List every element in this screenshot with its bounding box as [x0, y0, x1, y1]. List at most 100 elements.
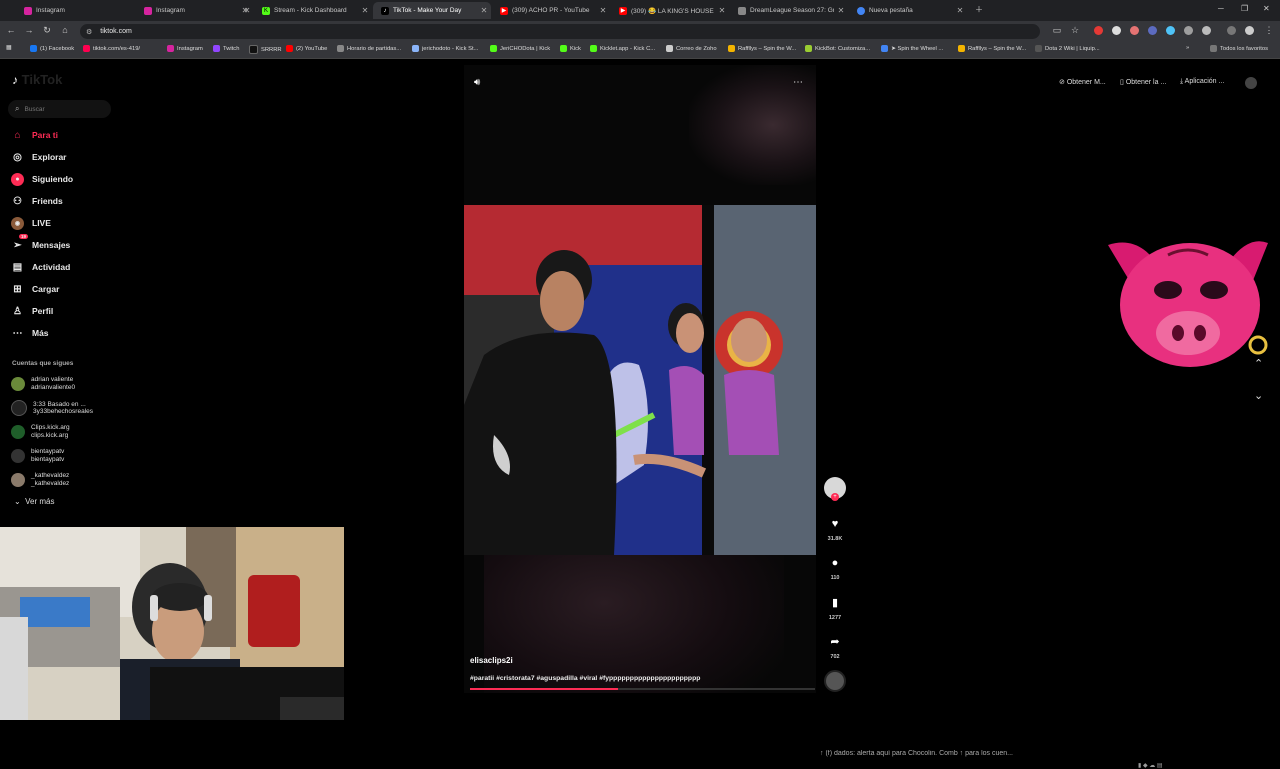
next-video-button[interactable]: ⌄: [1254, 389, 1263, 402]
sidebar-item-siguiendo[interactable]: ● Siguiendo: [11, 171, 73, 187]
see-more-button[interactable]: ⌄ Ver más: [14, 497, 55, 506]
bookmark-item[interactable]: (2) YouTube: [286, 45, 327, 52]
browser-tab[interactable]: DreamLeague Season 27: Grou ✕: [730, 2, 848, 19]
avatar: [11, 448, 25, 463]
close-icon[interactable]: ✕: [240, 6, 254, 15]
close-icon[interactable]: ✕: [477, 6, 491, 15]
new-tab-button[interactable]: ＋: [975, 4, 983, 15]
extension-icon[interactable]: [1166, 26, 1175, 35]
sidebar-item-mas[interactable]: ⋯ Más: [11, 325, 49, 341]
reload-button[interactable]: ↻: [40, 25, 54, 36]
share-count: 702: [830, 654, 840, 660]
bookmark-item[interactable]: (1) Facebook: [30, 45, 74, 52]
profile-avatar[interactable]: [1245, 77, 1257, 89]
forward-button[interactable]: →: [22, 25, 36, 35]
video-progress-bar[interactable]: [470, 688, 815, 690]
tiktok-icon: [83, 45, 90, 52]
bookmark-item[interactable]: jerichodoto - Kick St...: [412, 45, 478, 52]
follow-plus-icon[interactable]: +: [831, 493, 839, 501]
bookmark-item[interactable]: Dota 2 Wiki | Liquip...: [1035, 45, 1100, 52]
extension-icon[interactable]: [1112, 26, 1121, 35]
bookmark-item[interactable]: Instagram: [167, 45, 203, 52]
close-icon[interactable]: ✕: [358, 6, 372, 15]
close-icon[interactable]: ✕: [715, 6, 729, 15]
home-button[interactable]: ⌂: [58, 25, 72, 35]
like-button[interactable]: ♥ 31.8K: [824, 518, 846, 542]
search-input[interactable]: ⌕ Buscar: [8, 100, 111, 118]
sidebar-item-live[interactable]: ◉ LIVE: [11, 215, 51, 231]
apps-grid-icon[interactable]: ▦: [6, 45, 11, 51]
following-account[interactable]: 3:33 Basado en ... 3y33behechosreales: [11, 400, 93, 416]
following-account[interactable]: adrian valiente adrianvaliente0: [11, 376, 75, 391]
get-coins-button[interactable]: ⊘ Obtener M...: [1059, 78, 1106, 86]
site-info-icon[interactable]: ⚙: [86, 28, 92, 36]
bookmark-item[interactable]: Twitch: [213, 45, 239, 52]
bookmark-item[interactable]: Kick: [560, 45, 581, 52]
zoho-icon: [666, 45, 673, 52]
sidebar-item-explorar[interactable]: ◎ Explorar: [11, 149, 66, 165]
browser-tab[interactable]: ▶ (309) ACHO PR - YouTube ✕: [492, 2, 610, 19]
install-app-button[interactable]: ⤓ Aplicación ...: [1180, 78, 1224, 86]
browser-tab[interactable]: K Stream - Kick Dashboard ✕: [254, 2, 372, 19]
previous-video-button[interactable]: ⌃: [1254, 357, 1263, 370]
sidebar-item-cargar[interactable]: ⊞ Cargar: [11, 281, 59, 297]
extension-icon[interactable]: [1148, 26, 1157, 35]
bookmark-item[interactable]: Kicklet.app - Kick C...: [590, 45, 655, 52]
maximize-button[interactable]: ❐: [1241, 4, 1248, 13]
following-account[interactable]: bientaypatv bientaypatv: [11, 448, 64, 463]
sidebar-icon[interactable]: [1227, 26, 1236, 35]
video-hashtags[interactable]: #paratii #cristorata7 #aguspadilla #vira…: [470, 675, 700, 682]
bookmark-item[interactable]: Correo de Zoho: [666, 45, 717, 52]
bookmark-item[interactable]: JeriCHODota | Kick: [490, 45, 550, 52]
extensions-puzzle-icon[interactable]: [1202, 26, 1211, 35]
bookmark-item[interactable]: SRRRR: [249, 45, 282, 54]
save-button[interactable]: ▮ 1277: [824, 596, 846, 621]
browser-tab[interactable]: Nueva pestaña ✕: [849, 2, 967, 19]
following-account[interactable]: Clips.kick.arg clips.kick.arg: [11, 424, 70, 439]
sidebar-item-friends[interactable]: ⚇ Friends: [11, 193, 63, 209]
bookmark-icon: [337, 45, 344, 52]
profile-avatar[interactable]: [1245, 26, 1254, 35]
bookmark-item[interactable]: tiktok.com/es-419/: [83, 45, 140, 52]
browser-tab[interactable]: Instagram ✕: [136, 2, 254, 19]
sidebar-item-perfil[interactable]: ♙ Perfil: [11, 303, 53, 319]
raffllys-icon: [728, 45, 735, 52]
bookmark-item[interactable]: Horario de partidas...: [337, 45, 401, 52]
bookmark-item[interactable]: KickBot: Customiza...: [805, 45, 870, 52]
get-app-button[interactable]: ▯ Obtener la ...: [1120, 78, 1166, 86]
close-icon[interactable]: ✕: [953, 6, 967, 15]
more-options-icon[interactable]: ⋯: [793, 77, 803, 88]
browser-tab[interactable]: ▶ (309) 😂 LA KING'S HOUSE SE ✕: [611, 2, 729, 19]
bookmark-item[interactable]: ➤ Spin the Wheel ...: [881, 45, 943, 52]
bookmark-item[interactable]: Raffllys – Spin the W...: [728, 45, 796, 52]
menu-kebab-icon[interactable]: ⋮: [1262, 25, 1276, 36]
sidebar-item-actividad[interactable]: ▤ Actividad: [11, 259, 71, 275]
video-player[interactable]: [464, 65, 816, 693]
browser-tab-active[interactable]: ♪ TikTok - Make Your Day ✕: [373, 2, 491, 19]
comment-button[interactable]: ● 110: [824, 557, 846, 581]
extension-icon[interactable]: [1184, 26, 1193, 35]
sidebar-item-mensajes[interactable]: ➢ Mensajes 19: [11, 234, 70, 253]
back-button[interactable]: ←: [4, 25, 18, 35]
extension-icon[interactable]: [1130, 26, 1139, 35]
all-bookmarks[interactable]: Todos los favoritos: [1210, 45, 1268, 52]
bookmark-item[interactable]: Raffllys – Spin the W...: [958, 45, 1026, 52]
close-icon[interactable]: ✕: [596, 6, 610, 15]
address-bar[interactable]: ⚙ tiktok.com: [80, 24, 1040, 39]
close-window-button[interactable]: ✕: [1263, 4, 1270, 13]
following-account[interactable]: _kathevaldez _kathevaldez: [11, 472, 69, 487]
extension-icon[interactable]: [1094, 26, 1103, 35]
video-author[interactable]: elisaclips2i: [470, 656, 513, 665]
close-icon[interactable]: ✕: [834, 6, 848, 15]
following-icon: ●: [11, 172, 24, 186]
volume-icon[interactable]: 🔊︎: [474, 77, 480, 88]
bookmark-star-icon[interactable]: ☆: [1068, 25, 1082, 36]
music-disc-button[interactable]: [824, 670, 846, 692]
bookmarks-overflow-icon[interactable]: »: [1186, 45, 1189, 51]
sidebar-item-para-ti[interactable]: ⌂ Para ti: [11, 127, 58, 143]
share-button[interactable]: ➦ 702: [824, 635, 846, 660]
creator-avatar-button[interactable]: +: [824, 477, 846, 501]
minimize-button[interactable]: ─: [1218, 4, 1224, 13]
tiktok-logo[interactable]: ♪ TikTok: [12, 72, 62, 87]
cast-icon[interactable]: ▭: [1050, 25, 1064, 36]
